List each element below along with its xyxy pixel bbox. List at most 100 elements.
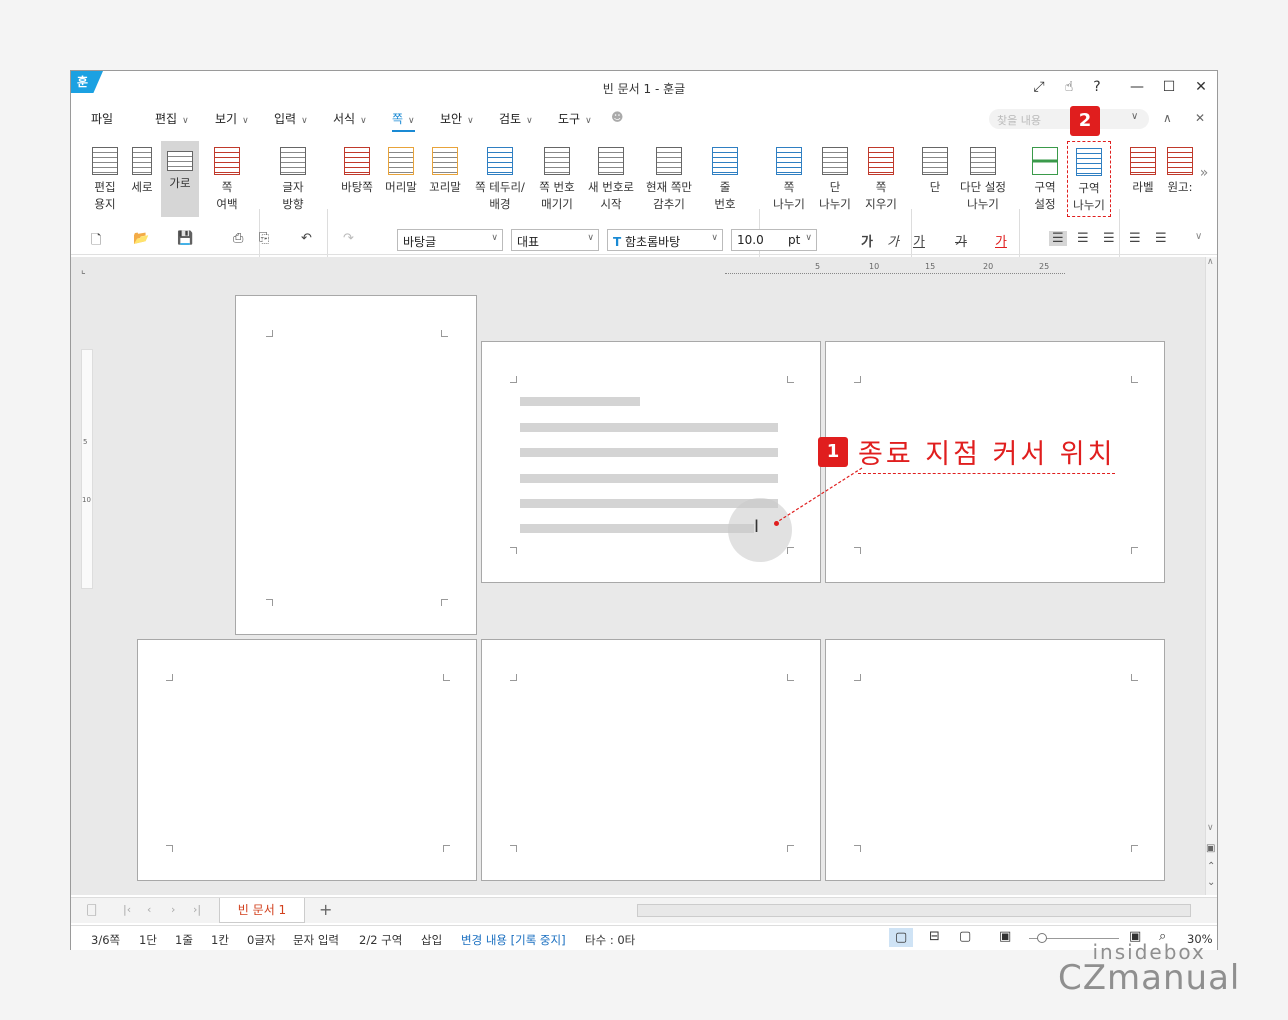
ribbon-multicolumn[interactable]: 다단 설정 나누기 <box>955 141 1011 213</box>
menu-security[interactable]: 보안 ∨ <box>440 110 474 127</box>
tab-document-1[interactable]: 빈 문서 1 <box>219 898 305 923</box>
menu-insert[interactable]: 입력 ∨ <box>274 110 308 127</box>
zoom-fit-icon[interactable]: ▣ <box>999 929 1011 944</box>
undo-icon[interactable]: ↶ <box>301 231 312 246</box>
ribbon-manuscript[interactable]: 원고: <box>1163 141 1197 196</box>
ribbon-section-setup[interactable]: 구역 설정 <box>1025 141 1065 213</box>
italic-button[interactable]: 가 <box>887 231 899 250</box>
text-line <box>520 397 640 406</box>
align-distribute-icon[interactable]: ☰ <box>1155 231 1167 246</box>
horizontal-scrollbar[interactable] <box>637 904 1191 917</box>
page-1[interactable] <box>235 295 477 635</box>
print-preview-icon[interactable]: ⎘ <box>259 231 269 246</box>
toolbar-more-icon[interactable]: ∨ <box>1195 231 1202 242</box>
zoom-slider-thumb[interactable] <box>1037 933 1047 943</box>
status-input-mode[interactable]: 문자 입력 <box>293 932 339 948</box>
ribbon-paper-setup[interactable]: 편집 용지 <box>85 141 125 213</box>
ribbon-header[interactable]: 머리말 <box>381 141 421 196</box>
ribbon-delete-page[interactable]: 쪽 지우기 <box>859 141 903 213</box>
lang-select[interactable]: 대표 ∨ <box>511 229 599 251</box>
next-page-icon[interactable]: ⌄ <box>1207 877 1215 888</box>
ribbon-page-border[interactable]: 쪽 테두리/ 배경 <box>471 141 529 213</box>
ribbon-text-direction[interactable]: 글자 방향 <box>271 141 315 213</box>
annotation-badge-1: 1 <box>818 437 848 467</box>
ribbon-line-number[interactable]: 줄 번호 <box>705 141 745 213</box>
align-right-icon[interactable]: ☰ <box>1129 231 1141 246</box>
prev-page-icon[interactable]: ⌃ <box>1207 861 1215 872</box>
page-view-icon[interactable]: ▣ <box>1206 843 1215 854</box>
view-page-icon[interactable]: ▢ <box>889 928 914 947</box>
align-left-icon[interactable]: ☰ <box>1077 231 1089 246</box>
first-tab-icon[interactable]: |‹ <box>123 903 131 916</box>
ribbon-hide-page[interactable]: 현재 쪽만 감추기 <box>641 141 697 213</box>
page-2[interactable]: I <box>481 341 821 583</box>
text-line <box>520 474 778 483</box>
style-select[interactable]: 바탕글 ∨ <box>397 229 503 251</box>
last-tab-icon[interactable]: ›| <box>193 903 201 916</box>
ribbon-columns[interactable]: 단 <box>917 141 953 196</box>
ribbon-master-page[interactable]: 바탕쪽 <box>337 141 377 196</box>
vertical-ruler[interactable]: 5 10 <box>81 349 93 589</box>
users-icon[interactable]: ☻ <box>611 110 624 124</box>
menu-file[interactable]: 파일 <box>91 110 113 127</box>
search-input[interactable]: 찾을 내용 <box>989 109 1149 129</box>
open-folder-icon[interactable]: 📂 <box>133 231 149 246</box>
font-select[interactable]: T 함초롬바탕 ∨ <box>607 229 723 251</box>
fullscreen-icon[interactable]: ⤢ <box>1027 77 1051 97</box>
prev-tab-icon[interactable]: ‹ <box>147 903 151 916</box>
page-6[interactable] <box>825 639 1165 881</box>
ribbon-label[interactable]: 라벨 <box>1125 141 1161 196</box>
ribbon-new-number[interactable]: 새 번호로 시작 <box>583 141 639 213</box>
font-color-button[interactable]: 가 <box>995 231 1007 250</box>
view-fit-icon[interactable]: ▢ <box>959 929 971 944</box>
menu-view[interactable]: 보기 ∨ <box>215 110 249 127</box>
add-tab-button[interactable]: + <box>319 900 332 919</box>
minimize-icon[interactable]: — <box>1125 77 1149 97</box>
redo-icon[interactable]: ↷ <box>343 231 354 246</box>
align-center-icon[interactable]: ☰ <box>1103 231 1115 246</box>
underline-button[interactable]: 가 <box>913 231 925 250</box>
menu-tools[interactable]: 도구 ∨ <box>558 110 592 127</box>
menu-page[interactable]: 쪽 ∨ <box>392 110 415 132</box>
ruler-toggle-icon[interactable]: ⌞ <box>81 265 86 276</box>
page-4[interactable] <box>137 639 477 881</box>
font-size-select[interactable]: 10.0 pt ∨ <box>731 229 817 251</box>
menu-edit[interactable]: 편집 ∨ <box>155 110 189 127</box>
ribbon-more-icon[interactable]: » <box>1197 165 1211 182</box>
ribbon-landscape[interactable]: 가로 <box>161 141 199 217</box>
status-track-changes[interactable]: 변경 내용 [기록 중지] <box>461 932 566 948</box>
ribbon-page-margin[interactable]: 쪽 여백 <box>207 141 247 213</box>
columns-icon <box>922 147 948 175</box>
ribbon-section-break[interactable]: 구역 나누기 <box>1067 141 1111 217</box>
ribbon-page-break[interactable]: 쪽 나누기 <box>767 141 811 213</box>
ribbon-footer[interactable]: 꼬리말 <box>425 141 465 196</box>
ribbon-column-break[interactable]: 단 나누기 <box>813 141 857 213</box>
bookmark-icon[interactable]: 🗌 <box>87 902 97 923</box>
strike-button[interactable]: 가 <box>955 231 967 250</box>
page-5[interactable] <box>481 639 821 881</box>
status-insert[interactable]: 삽입 <box>421 932 442 948</box>
document-workspace[interactable]: ⌞ I <box>71 257 1205 895</box>
ribbon-portrait[interactable]: 세로 <box>127 141 157 196</box>
horizontal-ruler[interactable]: 5 10 15 20 25 <box>725 261 1065 281</box>
ribbon-collapse-icon[interactable]: ∧ <box>1163 111 1172 125</box>
help-icon[interactable]: ? <box>1085 77 1109 97</box>
master-page-icon <box>344 147 370 175</box>
maximize-icon[interactable]: ☐ <box>1157 77 1181 97</box>
vertical-scrollbar[interactable]: ∧ ∨ ▣ ⌃ ⌄ <box>1205 257 1217 895</box>
search-dropdown-icon[interactable]: ∨ <box>1131 111 1138 122</box>
new-doc-icon[interactable]: 🗋 <box>91 231 101 253</box>
next-tab-icon[interactable]: › <box>171 903 175 916</box>
menu-review[interactable]: 검토 ∨ <box>499 110 533 127</box>
menu-format[interactable]: 서식 ∨ <box>333 110 367 127</box>
bold-button[interactable]: 가 <box>861 231 873 250</box>
hand-icon[interactable]: ☝ <box>1057 77 1081 97</box>
print-icon[interactable]: ⎙ <box>233 231 243 246</box>
save-icon[interactable]: 💾 <box>177 231 193 246</box>
align-justify-icon[interactable]: ☰ <box>1049 231 1067 246</box>
hide-page-icon <box>656 147 682 175</box>
menu-close-icon[interactable]: ✕ <box>1195 111 1205 125</box>
close-icon[interactable]: ✕ <box>1189 77 1213 97</box>
view-width-icon[interactable]: ⊟ <box>929 929 940 944</box>
ribbon-page-number[interactable]: 쪽 번호 매기기 <box>533 141 581 213</box>
